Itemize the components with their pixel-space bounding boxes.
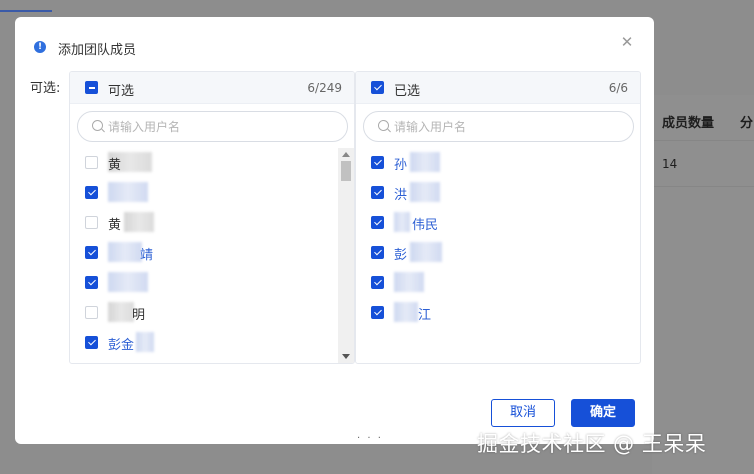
member-checkbox[interactable] xyxy=(371,216,384,229)
member-name: 孙 xyxy=(394,158,408,173)
drag-handle-dots: · · · xyxy=(357,433,383,444)
member-name: 明 xyxy=(132,308,146,323)
member-checkbox[interactable] xyxy=(371,156,384,169)
confirm-button[interactable]: 确定 xyxy=(571,399,635,427)
available-count: 6/249 xyxy=(307,81,342,95)
background-row-divider xyxy=(652,186,754,187)
member-checkbox[interactable] xyxy=(85,216,98,229)
list-item[interactable]: 江 xyxy=(356,298,640,328)
member-checkbox[interactable] xyxy=(85,156,98,169)
list-item[interactable]: 黄 xyxy=(70,148,354,178)
member-name: 靖 xyxy=(140,248,154,263)
selected-search-input[interactable] xyxy=(394,118,619,136)
selected-search-box[interactable] xyxy=(363,111,634,142)
background-active-tab-indicator xyxy=(0,10,52,12)
background-cell-member-count: 14 xyxy=(662,157,678,171)
member-name: 洪 xyxy=(394,188,408,203)
select-all-available-checkbox[interactable] xyxy=(85,81,98,94)
redacted-name xyxy=(394,302,418,322)
member-checkbox[interactable] xyxy=(85,276,98,289)
redacted-name xyxy=(124,212,154,232)
list-item[interactable] xyxy=(70,268,354,298)
redacted-name xyxy=(136,332,154,352)
selected-members-panel: 已选 6/6 孙 洪 伟民 彭 xyxy=(355,71,641,364)
scroll-up-arrow-icon[interactable] xyxy=(342,152,350,157)
redacted-name xyxy=(410,242,442,262)
background-table xyxy=(652,95,754,474)
member-checkbox[interactable] xyxy=(85,336,98,349)
select-all-selected-checkbox[interactable] xyxy=(371,81,384,94)
list-item[interactable]: 明 xyxy=(70,298,354,328)
list-item[interactable]: 彭 xyxy=(356,238,640,268)
member-name: 彭 xyxy=(394,248,408,263)
scroll-down-arrow-icon[interactable] xyxy=(342,354,350,359)
available-panel-header: 可选 6/249 xyxy=(70,72,354,104)
member-checkbox[interactable] xyxy=(85,306,98,319)
member-name: 黄 xyxy=(108,218,122,233)
member-name: 彭金 xyxy=(108,338,135,353)
member-checkbox[interactable] xyxy=(371,246,384,259)
available-members-panel: 可选 6/249 黄 黄 xyxy=(69,71,355,364)
info-icon: ! xyxy=(34,41,46,53)
redacted-name xyxy=(108,182,148,202)
redacted-name xyxy=(394,212,410,232)
list-item[interactable]: 黄 xyxy=(70,208,354,238)
search-icon xyxy=(378,120,389,131)
redacted-name xyxy=(108,302,134,322)
watermark: 掘金技术社区 @ 王呆呆 xyxy=(477,432,707,456)
selected-count: 6/6 xyxy=(608,81,628,95)
field-label: 可选: xyxy=(30,81,61,96)
redacted-name xyxy=(394,272,424,292)
background-column-header-next: 分 xyxy=(740,116,754,131)
redacted-name xyxy=(410,152,440,172)
search-icon xyxy=(92,120,103,131)
member-checkbox[interactable] xyxy=(85,186,98,199)
member-checkbox[interactable] xyxy=(371,306,384,319)
member-checkbox[interactable] xyxy=(371,186,384,199)
available-search-box[interactable] xyxy=(77,111,348,142)
cancel-button[interactable]: 取消 xyxy=(491,399,555,427)
background-column-header-member-count: 成员数量 xyxy=(662,116,715,131)
member-checkbox[interactable] xyxy=(371,276,384,289)
dialog-title: 添加团队成员 xyxy=(58,43,137,58)
list-item[interactable]: 靖 xyxy=(70,238,354,268)
list-item[interactable]: 洪 xyxy=(356,178,640,208)
selected-header-label: 已选 xyxy=(394,84,421,99)
member-checkbox[interactable] xyxy=(85,246,98,259)
list-item[interactable]: 孙 xyxy=(356,148,640,178)
redacted-name xyxy=(410,182,440,202)
selected-panel-header: 已选 6/6 xyxy=(356,72,640,104)
member-name: 江 xyxy=(418,308,432,323)
list-item[interactable] xyxy=(70,178,354,208)
redacted-name xyxy=(108,242,142,262)
list-item[interactable] xyxy=(356,268,640,298)
add-team-member-dialog: ! 添加团队成员 ✕ 可选: 可选 6/249 黄 xyxy=(15,17,654,444)
list-item[interactable]: 伟民 xyxy=(356,208,640,238)
member-name: 伟民 xyxy=(412,218,439,233)
scrollbar-thumb[interactable] xyxy=(341,161,351,181)
list-item[interactable]: 彭金 xyxy=(70,328,354,358)
available-list-scrollbar[interactable] xyxy=(338,148,354,363)
redacted-name xyxy=(108,272,148,292)
available-header-label: 可选 xyxy=(108,84,135,99)
background-row-divider xyxy=(652,140,754,141)
available-search-input[interactable] xyxy=(108,118,333,136)
member-name: 黄 xyxy=(108,158,122,173)
close-icon[interactable]: ✕ xyxy=(620,35,634,50)
